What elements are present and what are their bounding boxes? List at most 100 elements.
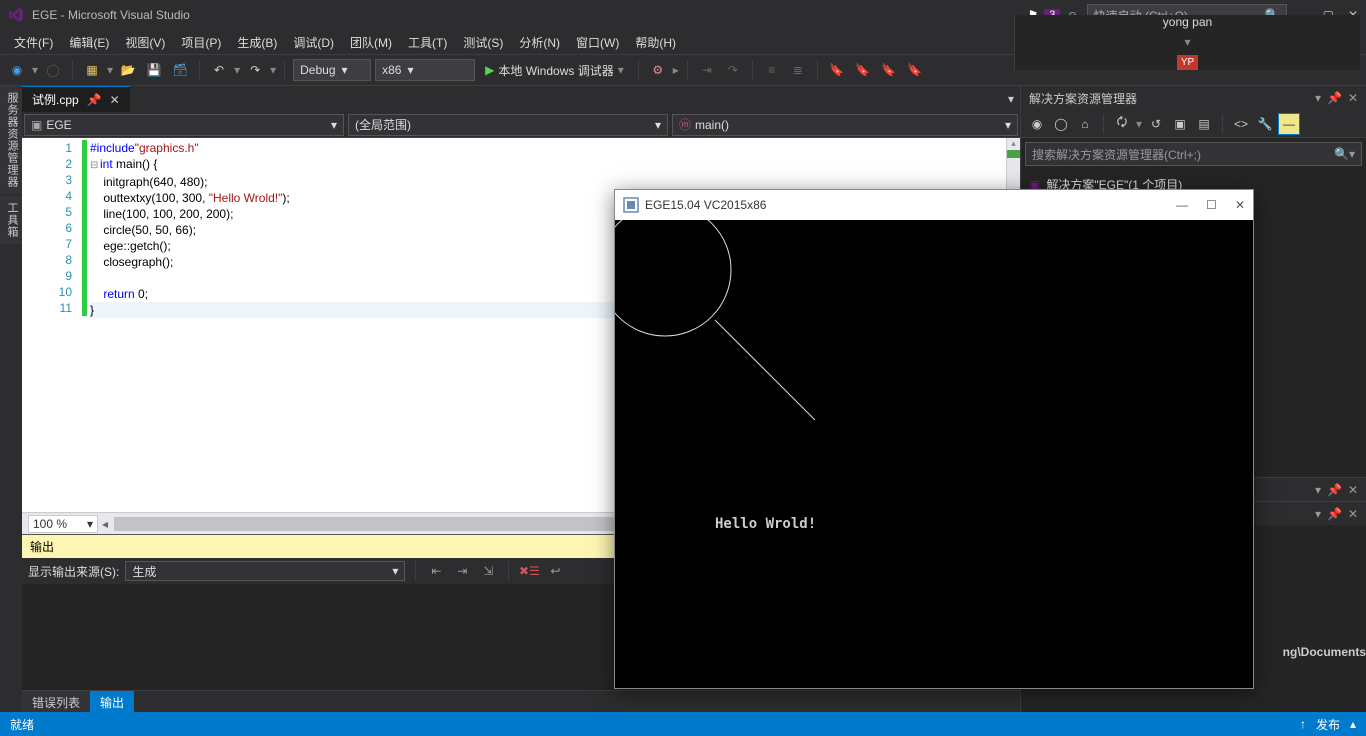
output-btn-1[interactable]: ⇤ [426,561,446,581]
panel-menu-icon[interactable]: ▾ [1315,91,1321,105]
solution-explorer-toolbar: ◉ ◯ ⌂ 🗘▾ ↺ ▣ ▤ <> 🔧 — [1021,110,1366,138]
zoom-dropdown[interactable]: 100 %▾ [28,515,98,533]
menu-build[interactable]: 生成(B) [229,31,285,54]
solution-search-input[interactable]: 搜索解决方案资源管理器(Ctrl+;) 🔍▾ [1025,142,1362,166]
process-button[interactable]: ⚙ [647,59,669,81]
ege-app-icon [623,197,639,213]
solution-explorer-title: 解决方案资源管理器 ▾📌✕ [1021,86,1366,110]
menu-tools[interactable]: 工具(T) [400,31,455,54]
indent-button[interactable]: ≣ [787,59,809,81]
vs-logo-icon [8,7,24,23]
bookmark-4-button[interactable]: 🔖 [904,59,926,81]
start-debug-button[interactable]: ▶ 本地 Windows 调试器 ▾ [479,62,630,79]
output-btn-2[interactable]: ⇥ [452,561,472,581]
close-panel-icon[interactable]: ✕ [1348,91,1358,105]
menu-view[interactable]: 视图(V) [117,31,173,54]
menu-test[interactable]: 测试(S) [455,31,511,54]
publish-arrow-icon[interactable]: ↑ [1300,717,1306,731]
menu-team[interactable]: 团队(M) [342,31,400,54]
document-tab-well: 试例.cpp 📌 ✕ ▾ [22,86,1020,112]
preview-icon[interactable]: — [1279,114,1299,134]
ege-close-button[interactable]: ✕ [1235,198,1245,212]
save-button[interactable]: 💾 [143,59,165,81]
output-source-combo[interactable]: 生成▾ [125,561,405,581]
menu-debug[interactable]: 调试(D) [285,31,342,54]
line-numbers: 1234567891011 [22,138,82,512]
menu-help[interactable]: 帮助(H) [627,31,684,54]
tab-filename: 试例.cpp [32,91,79,108]
bookmark-3-button[interactable]: 🔖 [878,59,900,81]
home-icon[interactable]: ⌂ [1075,114,1095,134]
search-icon: 🔍▾ [1334,147,1355,161]
config-dropdown[interactable]: Debug▾ [293,59,371,81]
fwd-icon[interactable]: ◯ [1051,114,1071,134]
code-view-icon[interactable]: <> [1231,114,1251,134]
show-all-icon[interactable]: ▤ [1194,114,1214,134]
scope-combo[interactable]: (全局范围)▾ [348,114,668,136]
sync-icon[interactable]: ↺ [1146,114,1166,134]
document-tab[interactable]: 试例.cpp 📌 ✕ [22,86,130,112]
drawn-line [715,320,815,420]
server-explorer-tab[interactable]: 服务器资源管理器 [0,86,22,194]
redo-button[interactable]: ↷ [244,59,266,81]
play-icon: ▶ [485,63,494,77]
status-bar: 就绪 ↑ 发布 ▴ [0,712,1366,736]
open-file-button[interactable]: 📂 [117,59,139,81]
navigation-bar: ▣EGE▾ (全局范围)▾ ⓜmain()▾ [22,112,1020,138]
save-all-button[interactable]: 🗃 [169,59,191,81]
output-tab-strip: 错误列表 输出 [22,690,1020,712]
bookmark-2-button[interactable]: 🔖 [852,59,874,81]
ege-canvas: Hello Wrold! [615,220,1253,688]
menu-edit[interactable]: 编辑(E) [61,31,117,54]
publish-menu-icon[interactable]: ▴ [1350,717,1356,731]
nav-fwd-button[interactable]: ◯ [42,59,64,81]
error-list-tab[interactable]: 错误列表 [22,691,90,712]
toolbox-tab[interactable]: 工具箱 [0,196,22,244]
bookmark-1-button[interactable]: 🔖 [826,59,848,81]
ege-titlebar[interactable]: EGE15.04 VC2015x86 — ☐ ✕ [615,190,1253,220]
refresh-icon[interactable]: 🗘 [1112,114,1132,134]
publish-button[interactable]: 发布 [1316,716,1340,733]
scroll-left-icon[interactable]: ◂ [102,517,108,531]
clear-output-button[interactable]: ✖☰ [519,561,539,581]
status-text: 就绪 [10,716,34,733]
output-tab[interactable]: 输出 [90,691,134,712]
ege-minimize-button[interactable]: — [1176,198,1188,212]
menu-analyze[interactable]: 分析(N) [511,31,568,54]
toggle-wrap-button[interactable]: ↩ [545,561,565,581]
menu-project[interactable]: 项目(P) [173,31,229,54]
back-icon[interactable]: ◉ [1027,114,1047,134]
tab-overflow-icon[interactable]: ▾ [1008,92,1014,106]
properties-icon[interactable]: 🔧 [1255,114,1275,134]
left-tool-rail: 服务器资源管理器 工具箱 [0,86,22,712]
ege-window-title: EGE15.04 VC2015x86 [645,198,1176,212]
pin-icon[interactable]: 📌 [87,93,102,107]
output-source-label: 显示输出来源(S): [28,563,119,580]
change-markers [82,138,90,512]
collapse-icon[interactable]: ▣ [1170,114,1190,134]
path-fragment: ng\Documents [1283,645,1366,659]
step-over-button[interactable]: ↷ [722,59,744,81]
platform-dropdown[interactable]: x86▾ [375,59,475,81]
project-combo[interactable]: ▣EGE▾ [24,114,344,136]
drawn-circle [615,220,731,336]
window-title: EGE - Microsoft Visual Studio [32,8,190,22]
step-into-button[interactable]: ⇥ [696,59,718,81]
menu-window[interactable]: 窗口(W) [568,31,627,54]
menu-bar: 文件(F) 编辑(E) 视图(V) 项目(P) 生成(B) 调试(D) 团队(M… [0,30,1366,54]
drawn-text: Hello Wrold! [715,516,816,532]
close-tab-icon[interactable]: ✕ [110,93,120,107]
user-avatar[interactable]: YP [1177,55,1198,70]
pin-panel-icon[interactable]: 📌 [1327,91,1342,105]
output-btn-3[interactable]: ⇲ [478,561,498,581]
ege-maximize-button[interactable]: ☐ [1206,198,1217,212]
nav-back-button[interactable]: ◉ [6,59,28,81]
ege-output-window[interactable]: EGE15.04 VC2015x86 — ☐ ✕ Hello Wrold! [614,189,1254,689]
menu-file[interactable]: 文件(F) [6,31,61,54]
member-combo[interactable]: ⓜmain()▾ [672,114,1018,136]
user-name[interactable]: yong pan [1163,15,1212,29]
chevron-down-icon[interactable]: ▾ [1184,35,1190,49]
outdent-button[interactable]: ≡ [761,59,783,81]
undo-button[interactable]: ↶ [208,59,230,81]
new-project-button[interactable]: ▦ [81,59,103,81]
